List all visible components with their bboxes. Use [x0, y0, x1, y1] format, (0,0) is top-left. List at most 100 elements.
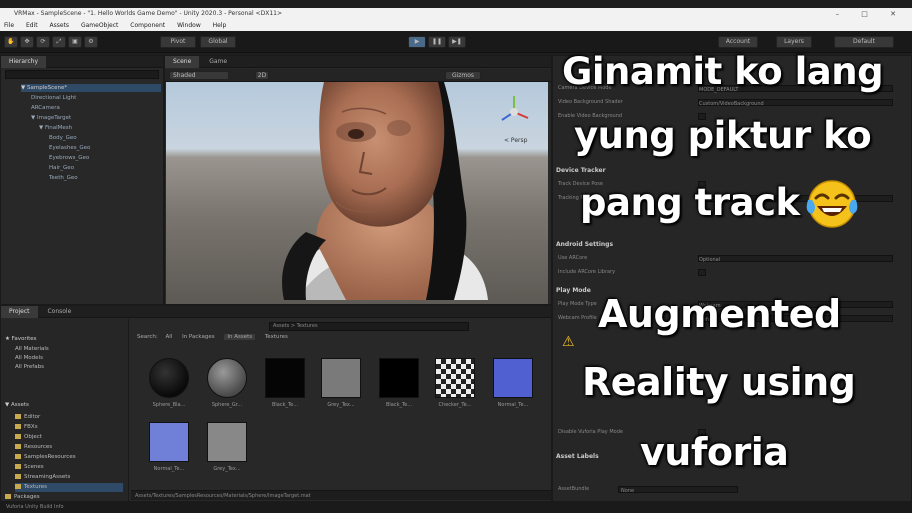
tree-item[interactable]: Eyelashes_Geo [49, 144, 90, 152]
transform-tool-button[interactable]: ⚙ [84, 36, 98, 48]
tab-scene[interactable]: Scene [165, 56, 200, 68]
tab-hierarchy[interactable]: Hierarchy [1, 56, 47, 68]
shading-mode-dropdown[interactable]: Shaded [169, 71, 229, 80]
folder-item[interactable]: FBXs [15, 423, 38, 432]
search-scope-assets[interactable]: In Assets [224, 334, 256, 340]
tree-item[interactable]: Eyebrows_Geo [49, 154, 89, 162]
folder-item[interactable]: Scenes [15, 463, 44, 472]
hierarchy-tabbar: Hierarchy [1, 56, 163, 68]
pivot-toggle[interactable]: Pivot [160, 36, 196, 48]
tree-item[interactable]: ▼ ImageTarget [31, 114, 71, 122]
menu-help[interactable]: Help [213, 22, 227, 29]
inspector-row-label: Video Background Shader [558, 99, 623, 105]
asset-thumbnail[interactable] [321, 358, 361, 398]
asset-thumbnail[interactable] [435, 358, 475, 398]
folder-label: Resources [24, 444, 53, 450]
inspector-row-label: Play Mode Type [558, 301, 597, 307]
tree-item[interactable]: Teeth_Geo [49, 174, 78, 182]
tree-item[interactable]: ARCamera [31, 104, 60, 112]
menu-component[interactable]: Component [130, 22, 165, 29]
window-controls[interactable]: – □ ✕ [836, 8, 906, 20]
folder-label: FBXs [24, 424, 38, 430]
play-button[interactable]: ▶ [408, 36, 426, 48]
pause-button[interactable]: ❚❚ [428, 36, 446, 48]
project-panel: Project Console ★ Favorites All Material… [0, 305, 552, 502]
head-model-render: < Persp [282, 82, 529, 300]
move-tool-button[interactable]: ✥ [20, 36, 34, 48]
scene-viewport[interactable]: < Persp [166, 82, 548, 304]
search-scope-bar: Search: All In Packages In Assets Textur… [137, 334, 288, 340]
search-scope-type[interactable]: Textures [265, 334, 288, 340]
asset-label: Black_Te... [271, 402, 299, 408]
account-dropdown[interactable]: Account [718, 36, 758, 48]
project-folder-tree: ★ Favorites All Materials All Models All… [1, 319, 129, 501]
favorite-item[interactable]: All Prefabs [15, 363, 44, 372]
tab-project[interactable]: Project [1, 306, 38, 318]
asset-label: Grey_Tex... [213, 466, 241, 472]
gizmos-dropdown[interactable]: Gizmos [445, 71, 481, 80]
search-scope-packages[interactable]: In Packages [182, 334, 215, 340]
folder-icon [15, 464, 21, 469]
tree-item[interactable]: Body_Geo [49, 134, 77, 142]
scene-toolbar: Shaded 2D Gizmos [165, 69, 551, 82]
project-search-input[interactable]: Assets > Textures [269, 322, 469, 331]
favorite-item[interactable]: All Models [15, 354, 43, 363]
layers-dropdown[interactable]: Layers [776, 36, 812, 48]
folder-item[interactable]: SamplesResources [15, 453, 76, 462]
rect-tool-button[interactable]: ▣ [68, 36, 82, 48]
folder-item[interactable]: Object [15, 433, 42, 442]
assetbundle-label: AssetBundle [558, 486, 590, 492]
rotate-tool-button[interactable]: ⟳ [36, 36, 50, 48]
tab-game[interactable]: Game [201, 56, 235, 68]
asset-thumbnail[interactable] [149, 422, 189, 462]
menu-file[interactable]: File [4, 22, 14, 29]
favorite-item[interactable]: All Materials [15, 345, 49, 354]
section-asset-labels[interactable]: Asset Labels [556, 452, 599, 462]
step-button[interactable]: ▶❚ [448, 36, 466, 48]
hierarchy-search-input[interactable] [5, 70, 159, 79]
menu-assets[interactable]: Assets [50, 22, 70, 29]
folder-label: Packages [14, 494, 40, 500]
tree-item[interactable]: Directional Light [31, 94, 76, 102]
asset-thumbnail[interactable] [265, 358, 305, 398]
favorites-header[interactable]: ★ Favorites [5, 335, 37, 344]
search-scope-all[interactable]: All [166, 334, 173, 340]
inspector-field[interactable]: Optional [698, 255, 893, 263]
section-play-mode[interactable]: Play Mode [556, 286, 591, 296]
folder-item[interactable]: Editor [15, 413, 40, 422]
asset-thumbnail[interactable] [149, 358, 189, 398]
asset-thumbnail[interactable] [379, 358, 419, 398]
folder-item-selected[interactable]: Textures [15, 483, 123, 492]
asset-thumbnail[interactable] [493, 358, 533, 398]
inspector-checkbox[interactable] [698, 269, 706, 276]
asset-thumbnail[interactable] [207, 422, 247, 462]
assets-header[interactable]: ▼ Assets [5, 401, 29, 410]
layout-dropdown[interactable]: Default [834, 36, 894, 48]
section-device-tracker[interactable]: Device Tracker [556, 166, 606, 176]
tab-console[interactable]: Console [39, 306, 79, 318]
scale-tool-button[interactable]: ⤢ [52, 36, 66, 48]
section-android-settings[interactable]: Android Settings [556, 240, 613, 250]
assetbundle-dropdown[interactable]: None [618, 486, 738, 494]
menu-edit[interactable]: Edit [26, 22, 38, 29]
folder-label: Scenes [24, 464, 44, 470]
global-toggle[interactable]: Global [200, 36, 236, 48]
tree-item[interactable]: ▼ FinalMesh [39, 124, 72, 132]
asset-label: Grey_Tex... [327, 402, 355, 408]
folder-item[interactable]: Resources [15, 443, 52, 452]
hand-tool-button[interactable]: ✋ [4, 36, 18, 48]
inspector-field[interactable]: Custom/VideoBackground [698, 99, 893, 107]
tree-item[interactable]: Hair_Geo [49, 164, 74, 172]
asset-path-bar: Assets/Textures/SamplesResources/Materia… [131, 490, 551, 500]
folder-item[interactable]: Packages [5, 493, 40, 502]
menu-gameobject[interactable]: GameObject [81, 22, 118, 29]
tree-item-scene[interactable]: ▼ SampleScene* [21, 84, 161, 92]
caption-line-4: Augmented [598, 292, 841, 336]
inspector-row: Include ARCore Library [558, 268, 898, 277]
mode-2d-toggle[interactable]: 2D [255, 71, 269, 80]
menu-window[interactable]: Window [177, 22, 201, 29]
folder-item[interactable]: StreamingAssets [15, 473, 70, 482]
asset-label: Normal_Te... [153, 466, 185, 472]
asset-thumbnail[interactable] [207, 358, 247, 398]
folder-label: SamplesResources [24, 454, 76, 460]
